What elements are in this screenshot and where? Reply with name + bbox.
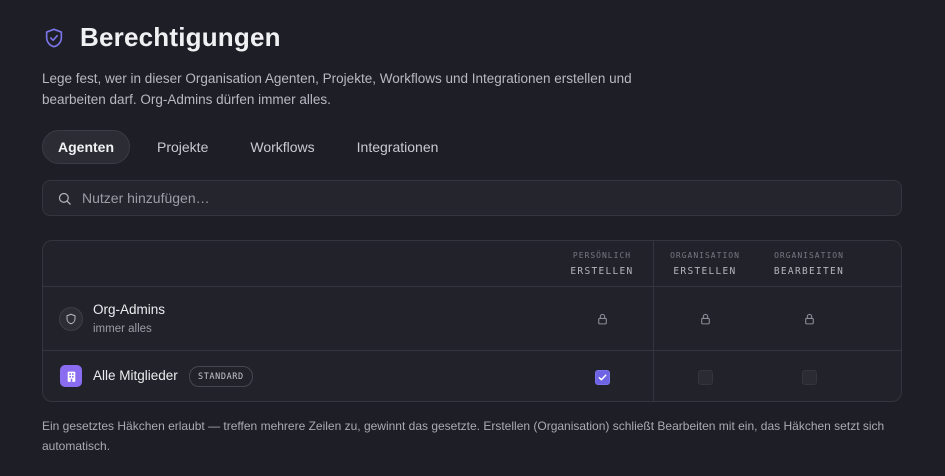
shield-icon [42,26,66,50]
tab-agenten[interactable]: Agenten [42,130,130,164]
page-title: Berechtigungen [80,22,281,52]
shield-icon [59,307,83,331]
building-icon [60,365,82,387]
checkbox-org-edit[interactable] [801,369,817,385]
tab-integrationen[interactable]: Integrationen [342,130,454,164]
column-header-org-edit: ORGANISATION BEARBEITEN [759,250,859,280]
search-icon [57,191,72,206]
cell-personal-create [594,369,610,385]
lock-icon [697,311,713,327]
column-label: ERSTELLEN [673,266,737,277]
add-user-search [42,180,902,216]
column-header-org-create: ORGANISATION ERSTELLEN [655,250,755,280]
row-subtitle: immer alles [93,323,152,335]
check-icon [598,373,606,381]
column-header-personal-create: PERSÖNLICH ERSTELLEN [552,250,652,280]
row-name: Alle Mitglieder [93,368,178,383]
checkbox-org-create[interactable] [697,369,713,385]
table-row-org-admins: Org-Admins immer alles [43,287,901,351]
permissions-table: PERSÖNLICH ERSTELLEN ORGANISATION ERSTEL… [42,240,902,402]
cell-org-create [697,369,713,385]
column-label: BEARBEITEN [773,266,845,277]
add-user-input[interactable] [82,190,782,206]
tab-projekte[interactable]: Projekte [142,130,223,164]
cell-org-edit [801,369,817,385]
lock-icon [594,311,610,327]
checkbox-personal-create[interactable] [594,369,610,385]
column-group-label: ORGANISATION [670,251,740,260]
column-group-label: ORGANISATION [774,251,844,260]
standard-badge: STANDARD [189,366,253,387]
page-header: Berechtigungen [42,22,281,53]
lock-icon [801,311,817,327]
footer-note: Ein gesetztes Häkchen erlaubt — treffen … [42,419,885,453]
table-row-all-members: Alle Mitglieder STANDARD [43,351,901,401]
table-header: PERSÖNLICH ERSTELLEN ORGANISATION ERSTEL… [43,241,901,287]
row-name: Org-Admins [93,302,166,317]
tab-bar: Agenten Projekte Workflows Integrationen [42,130,453,164]
column-group-label: PERSÖNLICH [572,251,632,260]
page-description: Lege fest, wer in dieser Organisation Ag… [42,71,632,107]
tab-workflows[interactable]: Workflows [235,130,329,164]
column-label: ERSTELLEN [570,266,634,277]
